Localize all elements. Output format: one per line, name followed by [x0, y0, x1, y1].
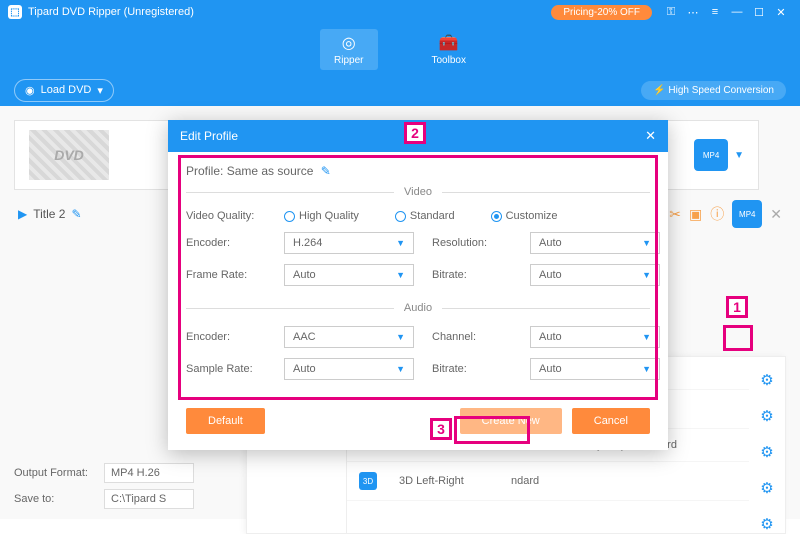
- chevron-down-icon: ▼: [396, 238, 405, 248]
- feedback-icon[interactable]: ⋯: [682, 4, 704, 20]
- format-badge[interactable]: MP4: [694, 139, 728, 171]
- high-speed-label: High Speed Conversion: [668, 85, 774, 96]
- gear-icon[interactable]: ⚙: [760, 515, 773, 533]
- cut-icon[interactable]: ✂: [669, 206, 681, 223]
- play-icon[interactable]: ▶: [18, 207, 27, 221]
- chevron-down-icon: ▼: [642, 364, 651, 374]
- radio-standard[interactable]: Standard: [395, 210, 455, 222]
- minimize-button[interactable]: —: [726, 4, 748, 20]
- tab-toolbox-label: Toolbox: [432, 55, 466, 66]
- profile-label: Profile:: [186, 164, 223, 178]
- app-title: Tipard DVD Ripper (Unregistered): [28, 6, 551, 18]
- video-bitrate-label: Bitrate:: [432, 269, 512, 281]
- tabbar: ◎ Ripper 🧰 Toolbox: [0, 24, 800, 74]
- bottom-bar: Output Format: MP4 H.26 Save to: C:\Tipa…: [14, 457, 786, 509]
- row-close-icon[interactable]: ✕: [770, 206, 782, 223]
- load-dvd-button[interactable]: ◉ Load DVD ▾: [14, 79, 114, 102]
- edit-profile-modal: Edit Profile ✕ Profile: Same as source ✎…: [168, 120, 668, 450]
- chevron-down-icon: ▾: [97, 84, 103, 97]
- save-to-label: Save to:: [14, 493, 104, 505]
- format-text: MP4: [703, 151, 719, 160]
- title-name: Title 2: [33, 207, 65, 221]
- tab-toolbox[interactable]: 🧰 Toolbox: [418, 29, 480, 70]
- audio-legend: Audio: [394, 302, 442, 314]
- chevron-down-icon: ▼: [642, 238, 651, 248]
- high-speed-button[interactable]: ⚡ High Speed Conversion: [641, 81, 786, 100]
- audio-encoder-select[interactable]: AAC▼: [284, 326, 414, 348]
- audio-bitrate-select[interactable]: Auto▼: [530, 358, 660, 380]
- video-framerate-select[interactable]: Auto▼: [284, 264, 414, 286]
- audio-samplerate-select[interactable]: Auto▼: [284, 358, 414, 380]
- chevron-down-icon: ▼: [642, 270, 651, 280]
- toolbox-icon: 🧰: [432, 33, 466, 53]
- tab-ripper-label: Ripper: [334, 55, 363, 66]
- menu-icon[interactable]: ≡: [704, 4, 726, 20]
- video-fieldset: Video: [186, 186, 650, 198]
- video-resolution-select[interactable]: Auto▼: [530, 232, 660, 254]
- dvd-thumbnail: DVD: [29, 130, 109, 180]
- gear-icon[interactable]: ⚙: [760, 371, 773, 389]
- video-encoder-label: Encoder:: [186, 237, 266, 249]
- pricing-badge[interactable]: Pricing-20% OFF: [551, 5, 652, 20]
- video-quality-label: Video Quality:: [186, 210, 266, 222]
- close-button[interactable]: ✕: [770, 4, 792, 20]
- audio-channel-label: Channel:: [432, 331, 512, 343]
- load-dvd-label: Load DVD: [41, 84, 92, 96]
- edit-icon[interactable]: ✎: [71, 207, 81, 221]
- chevron-down-icon: ▼: [396, 364, 405, 374]
- maximize-button[interactable]: ☐: [748, 4, 770, 20]
- annotation-number-2: 2: [404, 122, 426, 144]
- video-bitrate-select[interactable]: Auto▼: [530, 264, 660, 286]
- profile-value: Same as source: [227, 164, 314, 178]
- video-legend: Video: [394, 186, 442, 198]
- modal-footer: Default Create New Cancel: [168, 400, 668, 450]
- info-icon[interactable]: ⓘ: [710, 204, 724, 224]
- video-framerate-label: Frame Rate:: [186, 269, 266, 281]
- video-resolution-label: Resolution:: [432, 237, 512, 249]
- default-button[interactable]: Default: [186, 408, 265, 434]
- radio-high-quality[interactable]: High Quality: [284, 210, 359, 222]
- audio-channel-select[interactable]: Auto▼: [530, 326, 660, 348]
- annotation-number-3: 3: [430, 418, 452, 440]
- create-new-button[interactable]: Create New: [460, 408, 562, 434]
- gear-icon[interactable]: ⚙: [760, 407, 773, 425]
- clip-icon[interactable]: ▣: [689, 206, 702, 223]
- app-logo: ⬚: [8, 5, 22, 19]
- save-to-field[interactable]: C:\Tipard S: [104, 489, 194, 509]
- cancel-button[interactable]: Cancel: [572, 408, 650, 434]
- video-encoder-select[interactable]: H.264▼: [284, 232, 414, 254]
- profile-line: Profile: Same as source ✎: [186, 164, 650, 178]
- chevron-down-icon: ▼: [642, 332, 651, 342]
- ripper-icon: ◎: [334, 33, 363, 53]
- edit-icon[interactable]: ✎: [321, 164, 331, 178]
- row-format-badge[interactable]: MP4: [732, 200, 762, 228]
- toolbar: ◉ Load DVD ▾ ⚡ High Speed Conversion: [0, 74, 800, 106]
- chevron-down-icon: ▼: [396, 270, 405, 280]
- audio-fieldset: Audio: [186, 302, 650, 314]
- audio-encoder-label: Encoder:: [186, 331, 266, 343]
- modal-title: Edit Profile: [180, 129, 238, 143]
- bolt-icon: ⚡: [653, 85, 665, 96]
- output-format-label: Output Format:: [14, 467, 104, 479]
- tab-ripper[interactable]: ◎ Ripper: [320, 29, 377, 70]
- output-format-field[interactable]: MP4 H.26: [104, 463, 194, 483]
- key-icon[interactable]: ⚿: [660, 4, 682, 20]
- disc-icon: ◉: [25, 84, 35, 97]
- audio-bitrate-label: Bitrate:: [432, 363, 512, 375]
- annotation-number-1: 1: [726, 296, 748, 318]
- titlebar: ⬚ Tipard DVD Ripper (Unregistered) Prici…: [0, 0, 800, 24]
- modal-close-icon[interactable]: ✕: [645, 128, 656, 144]
- chevron-down-icon[interactable]: ▼: [734, 150, 744, 161]
- radio-customize[interactable]: Customize: [491, 210, 558, 222]
- chevron-down-icon: ▼: [396, 332, 405, 342]
- audio-samplerate-label: Sample Rate:: [186, 363, 266, 375]
